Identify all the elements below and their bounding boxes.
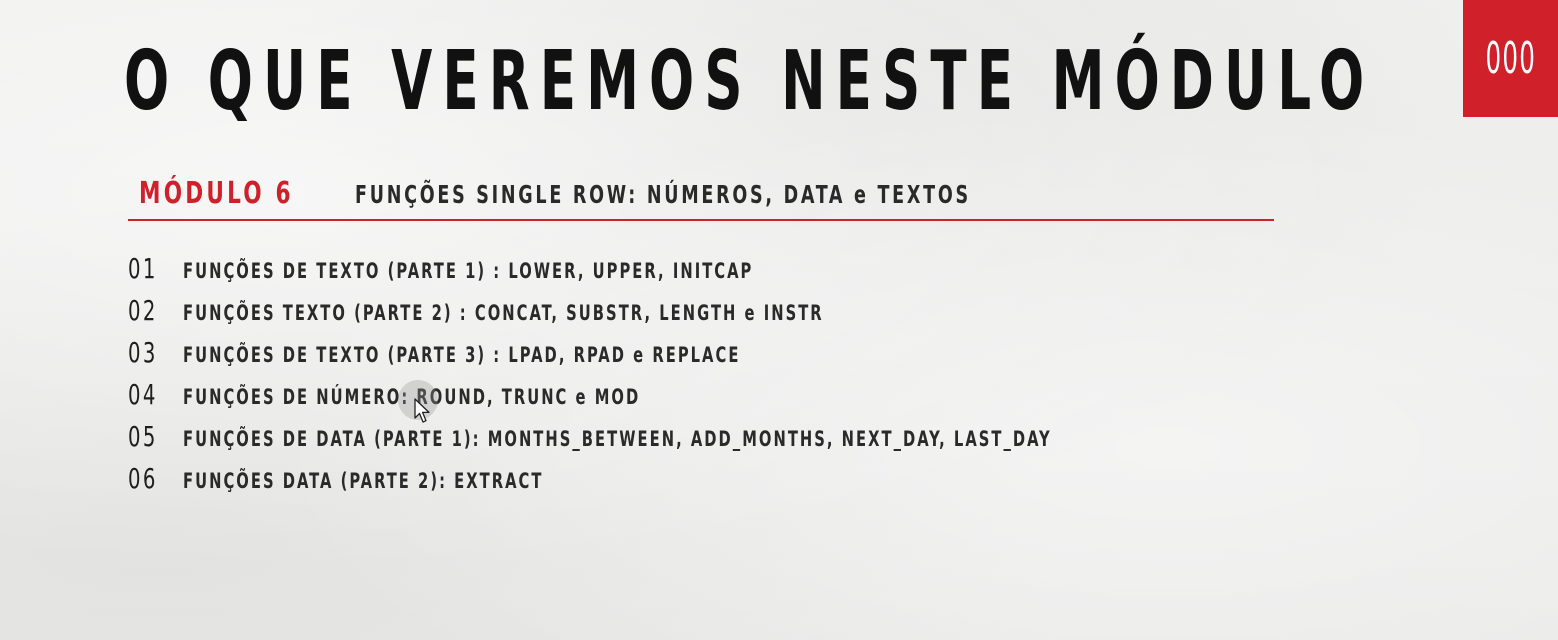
topic-number: 01 xyxy=(128,252,158,285)
topic-text: FUNÇÕES DE TEXTO (PARTE 1) : LOWER, UPPE… xyxy=(183,259,754,283)
module-label: MÓDULO 6 xyxy=(139,176,294,211)
topic-number: 04 xyxy=(128,378,158,411)
page-number: 000 xyxy=(1485,33,1536,84)
slide-title: O QUE VEREMOS NESTE MÓDULO xyxy=(124,34,1375,129)
topic-text: FUNÇÕES DE TEXTO (PARTE 3) : LPAD, RPAD … xyxy=(183,343,741,367)
topic-number: 03 xyxy=(128,336,158,369)
topic-number: 06 xyxy=(128,462,158,495)
topic-number: 02 xyxy=(128,294,158,327)
topic-number: 05 xyxy=(128,420,158,453)
mouse-pointer-icon xyxy=(414,398,430,423)
module-subtitle: FUNÇÕES SINGLE ROW: NÚMEROS, DATA e TEXT… xyxy=(355,180,971,209)
topic-text: FUNÇÕES DE DATA (PARTE 1): MONTHS_BETWEE… xyxy=(183,427,1052,451)
topic-text: FUNÇÕES DATA (PARTE 2): EXTRACT xyxy=(183,469,544,493)
page-number-badge: 000 xyxy=(1463,0,1558,117)
module-divider xyxy=(128,219,1274,221)
topic-text: FUNÇÕES TEXTO (PARTE 2) : CONCAT, SUBSTR… xyxy=(183,301,824,325)
